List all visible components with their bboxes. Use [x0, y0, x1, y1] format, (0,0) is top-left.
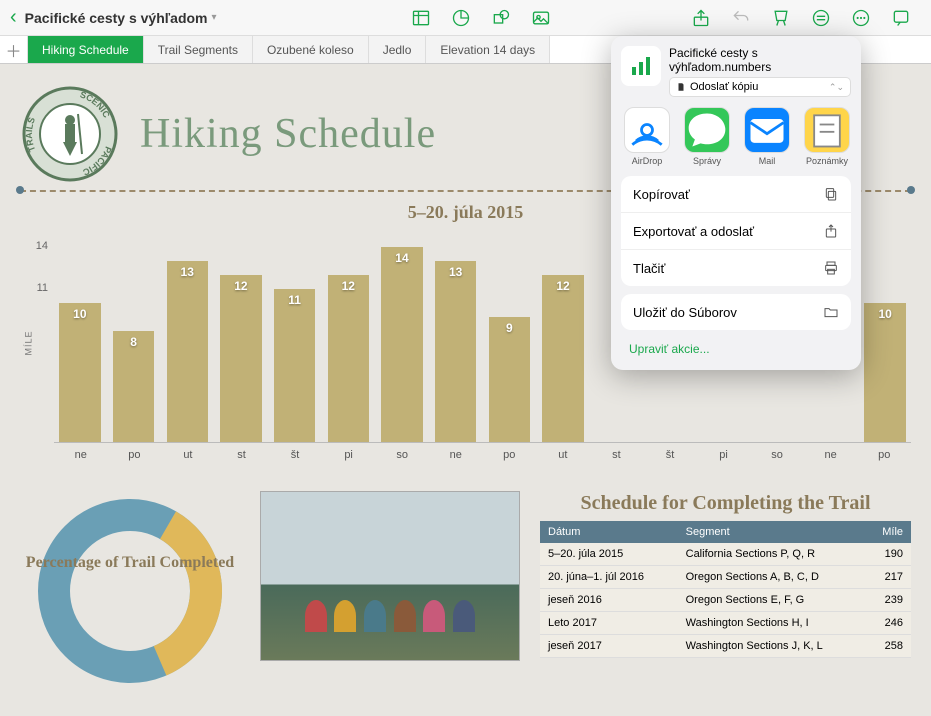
action-print[interactable]: Tlačiť [621, 250, 851, 286]
schedule-table[interactable]: DátumSegmentMíle 5–20. júla 2015Californ… [540, 521, 911, 658]
undo-icon [727, 4, 755, 32]
bar[interactable]: 10 [859, 233, 911, 442]
edit-actions-link[interactable]: Upraviť akcie... [621, 338, 851, 360]
photo[interactable] [260, 491, 520, 661]
table-row[interactable]: jeseň 2017Washington Sections J, K, L258 [540, 635, 911, 658]
send-mode-select[interactable]: Odoslať kópiu ⌃⌄ [669, 77, 851, 97]
chevron-down-icon[interactable]: ▾ [212, 12, 217, 23]
sheet-tab[interactable]: Elevation 14 days [426, 36, 550, 63]
sheet-tab[interactable]: Ozubené koleso [253, 36, 369, 63]
bar[interactable]: 14 [376, 233, 428, 442]
media-icon[interactable] [527, 4, 555, 32]
table-row[interactable]: 5–20. júla 2015California Sections P, Q,… [540, 543, 911, 566]
chart-icon[interactable] [447, 4, 475, 32]
share-icon[interactable] [687, 4, 715, 32]
share-popover: Pacifické cesty s výhľadom.numbers Odosl… [611, 36, 861, 370]
share-app-mail[interactable]: Mail [741, 107, 793, 166]
x-axis: nepoutstštpisonepoutstštpisonepo [54, 443, 911, 461]
share-apps: AirDropSprávyMailPoznámkyFr [621, 107, 851, 166]
bar[interactable]: 13 [430, 233, 482, 442]
format-icon[interactable] [767, 4, 795, 32]
action-copy[interactable]: Kopírovať [621, 176, 851, 213]
sheet-tab[interactable]: Trail Segments [144, 36, 253, 63]
page-title: Hiking Schedule [140, 110, 436, 158]
toolbar: ‹ Pacifické cesty s výhľadom ▾ [0, 0, 931, 36]
popover-filename: Pacifické cesty s výhľadom.numbers [669, 46, 851, 74]
bar[interactable]: 12 [215, 233, 267, 442]
logo: SCENIC PACIFIC TRAILS [20, 84, 120, 184]
y-axis: MÍLE 14 11 [20, 233, 54, 443]
table-header[interactable]: Dátum [540, 521, 678, 543]
more-icon[interactable] [847, 4, 875, 32]
table-icon[interactable] [407, 4, 435, 32]
bar[interactable]: 11 [269, 233, 321, 442]
action-export[interactable]: Exportovať a odoslať [621, 213, 851, 250]
sheet-tab[interactable]: Jedlo [369, 36, 427, 63]
action-folder[interactable]: Uložiť do Súborov [621, 294, 851, 330]
bar[interactable]: 9 [484, 233, 536, 442]
bar[interactable]: 10 [54, 233, 106, 442]
share-app-poznámky[interactable]: Poznámky [801, 107, 851, 166]
sheet-tab[interactable]: Hiking Schedule [28, 36, 144, 63]
share-app-airdrop[interactable]: AirDrop [621, 107, 673, 166]
comment-icon[interactable] [887, 4, 915, 32]
bar[interactable]: 13 [161, 233, 213, 442]
table-title: Schedule for Completing the Trail [540, 491, 911, 515]
bar[interactable]: 12 [537, 233, 589, 442]
table-header[interactable]: Segment [678, 521, 866, 543]
back-button[interactable]: ‹ [10, 6, 17, 29]
numbers-app-icon [621, 46, 661, 86]
bar[interactable]: 8 [108, 233, 160, 442]
table-row[interactable]: jeseň 2016Oregon Sections E, F, G239 [540, 589, 911, 612]
donut-chart[interactable]: Percentage of Trail Completed [20, 491, 240, 696]
table-header[interactable]: Míle [866, 521, 911, 543]
doc-title[interactable]: Pacifické cesty s výhľadom [25, 10, 208, 26]
table-row[interactable]: 20. júna–1. júl 2016Oregon Sections A, B… [540, 566, 911, 589]
add-sheet-button[interactable]: ＋ [0, 36, 28, 63]
shape-icon[interactable] [487, 4, 515, 32]
share-app-správy[interactable]: Správy [681, 107, 733, 166]
table-row[interactable]: Leto 2017Washington Sections H, I246 [540, 612, 911, 635]
bar[interactable]: 12 [322, 233, 374, 442]
organize-icon[interactable] [807, 4, 835, 32]
donut-label: Percentage of Trail Completed [20, 553, 240, 574]
